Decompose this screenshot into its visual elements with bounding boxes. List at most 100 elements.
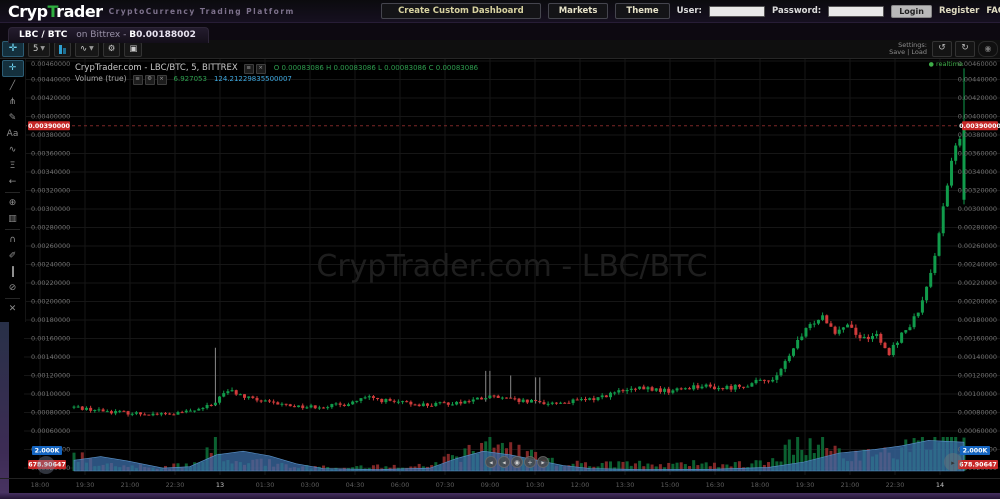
interval-select[interactable]: 5▼	[28, 42, 50, 57]
ohlc-values: O 0.00083086 H 0.00083086 L 0.00083086 C…	[274, 64, 478, 72]
green-dot-icon: ●	[929, 61, 934, 68]
time-axis[interactable]: 18:0019:3021:0022:301301:3003:0004:3006:…	[0, 478, 1000, 492]
create-dashboard-button[interactable]: Create Custom Dashboard	[381, 3, 541, 19]
svg-text:0.00160000: 0.00160000	[958, 335, 997, 343]
nav-page-left[interactable]: ◂	[486, 457, 497, 468]
settings-icon[interactable]: ⚙	[145, 75, 155, 85]
tool-zoom-in[interactable]: ⊕	[0, 195, 25, 211]
volume-scale-badge-right: 2.000K	[960, 446, 990, 455]
app-logo: CrypTrader	[8, 2, 103, 21]
tool-hide-drawings[interactable]: ⊘	[0, 280, 25, 296]
svg-text:0.00390000: 0.00390000	[959, 123, 1000, 130]
redo-button[interactable]: ↻	[955, 41, 975, 57]
tool-elliott-wave[interactable]: Ξ	[0, 158, 25, 174]
login-button[interactable]: Login	[891, 5, 932, 18]
tool-delete-drawings[interactable]: ✕	[0, 301, 25, 317]
svg-text:+: +	[527, 459, 532, 467]
svg-text:▸: ▸	[951, 459, 955, 467]
line-style-button[interactable]: ∿▼	[75, 42, 99, 57]
undo-button[interactable]: ↺	[932, 41, 952, 57]
volume-last-badge-right: 678.90647	[958, 460, 998, 469]
page-bottom-strip	[0, 493, 1000, 499]
nav-zoom-in[interactable]: +	[525, 457, 536, 468]
nav-step-right[interactable]: ▸	[538, 457, 549, 468]
chart-nav-controls: ◂◂◉+▸	[486, 457, 549, 468]
camera-icon: ▣	[129, 43, 137, 55]
time-tick: 21:00	[841, 481, 860, 489]
chevron-down-icon: ▼	[40, 43, 45, 55]
svg-text:0.00200000: 0.00200000	[31, 298, 70, 306]
time-tick: 13:30	[616, 481, 635, 489]
polyline-icon: ∿	[80, 43, 87, 55]
time-tick: 22:30	[166, 481, 185, 489]
svg-text:0.00300000: 0.00300000	[958, 205, 997, 213]
svg-text:0.00100000: 0.00100000	[31, 390, 70, 398]
svg-text:0.00180000: 0.00180000	[31, 316, 70, 324]
snapshot-button[interactable]: ▣	[124, 42, 142, 57]
faq-link[interactable]: FAQ	[986, 6, 1000, 16]
tool-measure[interactable]: ▥	[0, 211, 25, 227]
toolbar-right: Settings:Save | Load ↺ ↻ ◉	[889, 40, 998, 58]
svg-text:0.00280000: 0.00280000	[958, 224, 997, 232]
user-input[interactable]	[709, 6, 765, 17]
nav-center[interactable]: ◉	[512, 457, 523, 468]
close-icon[interactable]: ×	[256, 64, 266, 74]
svg-text:0.00420000: 0.00420000	[31, 94, 70, 102]
top-header: CrypTrader CryptoCurrency Trading Platfo…	[0, 0, 1000, 23]
tool-xabcd-pattern[interactable]: ∿	[0, 142, 25, 158]
svg-text:0.00340000: 0.00340000	[31, 168, 70, 176]
volume-indicator-label: Volume (true)	[75, 74, 127, 83]
tool-lock[interactable]	[0, 264, 25, 280]
svg-text:0.00140000: 0.00140000	[958, 353, 997, 361]
time-tick: 22:30	[886, 481, 905, 489]
ghost-logo-right: ▸	[944, 453, 962, 471]
svg-text:0.00160000: 0.00160000	[31, 335, 70, 343]
tool-crosshair[interactable]: ✛	[2, 60, 24, 77]
tool-trend-line[interactable]: ╱	[0, 78, 25, 94]
tool-magnet[interactable]: ∩	[0, 232, 25, 248]
tab-price: 0.00188002	[136, 30, 196, 40]
theme-button[interactable]: Theme	[615, 3, 669, 19]
time-tick: 19:30	[796, 481, 815, 489]
saveload-links[interactable]: Save | Load	[889, 48, 927, 56]
tool-arrow[interactable]: ←	[0, 174, 25, 190]
logo-t-green: T	[48, 2, 57, 21]
tab-pair-label: LBC / BTC	[19, 30, 67, 40]
menu-icon[interactable]: ≡	[244, 64, 254, 74]
svg-text:2.000K: 2.000K	[35, 448, 61, 455]
tool-text[interactable]: Aa	[0, 126, 25, 142]
legend-title: CrypTrader.com - LBC/BTC, 5, BITTREX	[75, 63, 238, 73]
price-chart[interactable]: CrypTrader.com - LBC/BTC0.004600000.0046…	[24, 58, 1000, 478]
chart-panel: ✛ 5▼ ∿▼ ⚙ ▣ Settings:Save | Load ↺ ↻ ◉ ✛…	[0, 40, 1000, 499]
lock-icon	[12, 264, 14, 280]
logo-text: Cryp	[8, 2, 48, 21]
crosshair-tool-button[interactable]: ✛	[2, 41, 24, 57]
time-tick: 18:00	[751, 481, 770, 489]
register-link[interactable]: Register	[939, 6, 979, 16]
svg-text:0.00440000: 0.00440000	[31, 76, 70, 84]
gear-icon: ⚙	[108, 43, 116, 55]
tool-pitchfork[interactable]: ⋔	[0, 94, 25, 110]
tab-bar: LBC / BTC on Bittrex - B0.00188002	[0, 22, 1000, 40]
tab-context-label: on Bittrex -	[76, 30, 126, 40]
user-label: User:	[677, 6, 702, 16]
close-icon[interactable]: ×	[157, 75, 167, 85]
markets-button[interactable]: Markets	[548, 3, 609, 19]
svg-text:0.00260000: 0.00260000	[31, 242, 70, 250]
tab-lbc-btc[interactable]: LBC / BTC on Bittrex - B0.00188002	[8, 27, 209, 43]
tool-brush[interactable]: ✎	[0, 110, 25, 126]
time-tick: 09:00	[481, 481, 500, 489]
settings-saveload[interactable]: Settings:Save | Load	[889, 42, 927, 56]
tool-draw-mode[interactable]: ✐	[0, 248, 25, 264]
password-input[interactable]	[828, 6, 884, 17]
svg-text:678.90647: 678.90647	[959, 462, 996, 469]
indicator-settings-button[interactable]: ⚙	[103, 42, 121, 57]
screenshot-button[interactable]: ◉	[978, 41, 998, 57]
time-tick: 13	[216, 481, 224, 489]
chevron-down-icon: ▼	[89, 43, 94, 55]
nav-step-left[interactable]: ◂	[499, 457, 510, 468]
chart-legend: CrypTrader.com - LBC/BTC, 5, BITTREX ≡× …	[75, 62, 478, 84]
menu-icon[interactable]: ≡	[133, 75, 143, 85]
chart-style-button[interactable]	[54, 42, 71, 57]
svg-text:0.00220000: 0.00220000	[958, 279, 997, 287]
